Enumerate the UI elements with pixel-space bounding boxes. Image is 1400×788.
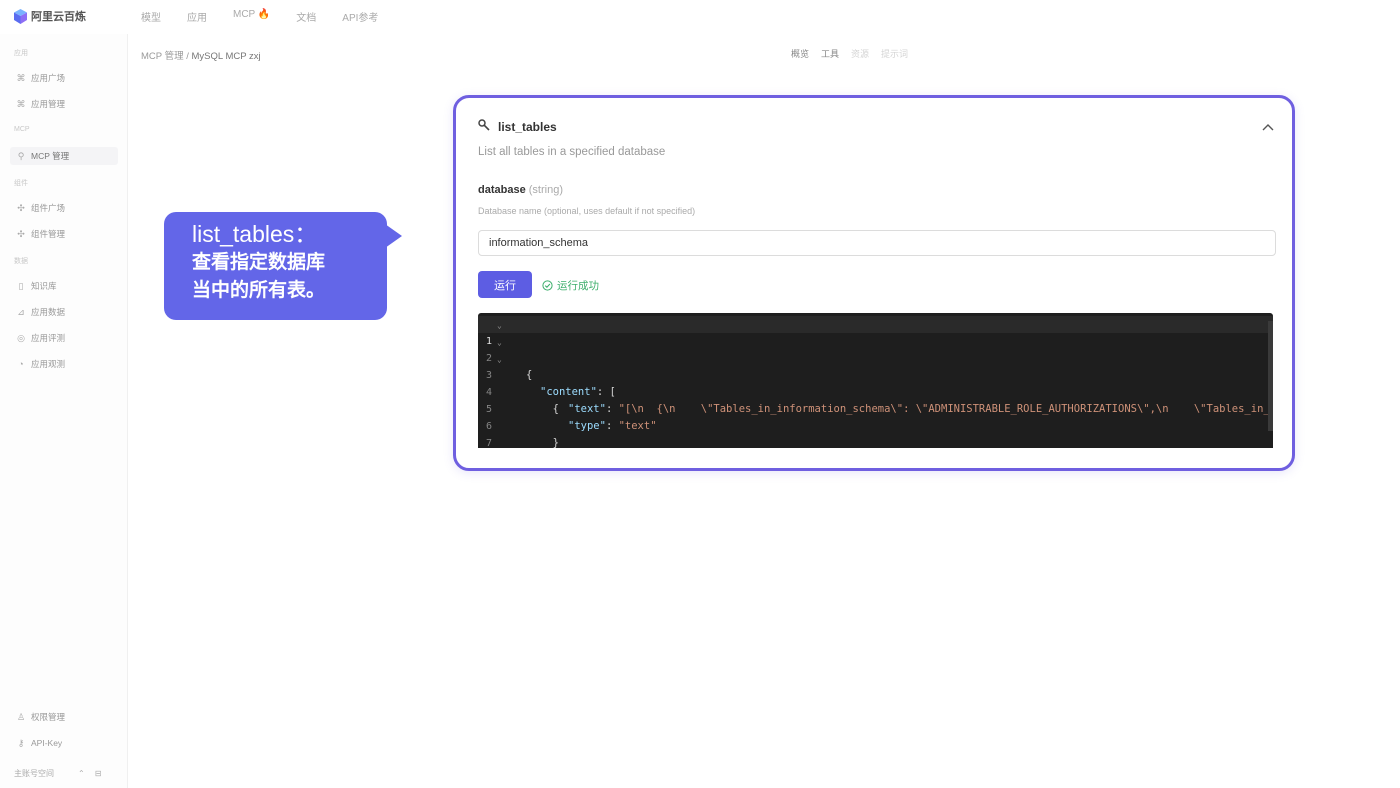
tool-name: list_tables xyxy=(498,120,557,134)
sidebar-item-label: MCP 管理 xyxy=(31,151,70,161)
workspace-switcher[interactable]: 主账号空间 ⌃ ⊟ xyxy=(14,768,101,779)
sidebar-item-app-evaluation[interactable]: ◎ 应用评测 xyxy=(10,329,118,347)
code-line: 8 } xyxy=(478,435,1273,448)
sidebar-section-mcp: MCP xyxy=(14,126,30,133)
sidebar-item-knowledge-base[interactable]: ▯ 知识库 xyxy=(10,277,118,295)
nav-api-reference[interactable]: API参考 xyxy=(342,9,378,24)
chevron-up-icon: ⌃ xyxy=(78,769,85,778)
breadcrumb: MCP 管理 / MySQL MCP zxj xyxy=(141,48,261,62)
tab-tools[interactable]: 工具 xyxy=(821,47,839,60)
run-status: 运行成功 xyxy=(542,278,599,293)
sidebar-item-component-management[interactable]: ✣ 组件管理 xyxy=(10,225,118,243)
wrench-icon xyxy=(478,118,490,136)
sidebar-item-app-observation[interactable]: ◔ 应用观测 xyxy=(10,355,118,373)
chart-icon: ⊿ xyxy=(17,306,25,317)
code-line: 4 "text": "[\n {\n \"Tables_in_informati… xyxy=(478,367,1273,415)
grid-icon: ⌘ xyxy=(16,98,26,109)
gauge-icon: ◎ xyxy=(17,332,25,343)
callout-line-1: list_tables： xyxy=(192,221,318,247)
sidebar-item-label: 应用广场 xyxy=(31,73,66,83)
sidebar-item-label: 应用评测 xyxy=(31,333,66,343)
callout-line-3: 当中的所有表。 xyxy=(192,280,326,301)
nav-mcp[interactable]: MCP 🔥 xyxy=(233,9,270,24)
result-code-editor[interactable]: 1 ⌄ { 2 ⌄ "content": [ 3 ⌄ { 4 "text": "… xyxy=(478,313,1273,448)
user-icon: ♙ xyxy=(16,711,26,722)
code-line: 2 ⌄ "content": [ xyxy=(478,333,1273,398)
callout-line-2: 查看指定数据库 xyxy=(192,252,326,273)
breadcrumb-current: MySQL MCP zxj xyxy=(191,51,261,62)
tool-header: list_tables xyxy=(478,118,557,136)
sidebar-item-label: API-Key xyxy=(31,738,63,748)
collapse-button[interactable] xyxy=(1262,118,1274,136)
fold-chevron-icon[interactable]: ⌄ xyxy=(497,317,502,334)
code-line: 3 ⌄ { xyxy=(478,350,1273,415)
code-line: 1 ⌄ { xyxy=(478,316,1273,381)
nav-apps[interactable]: 应用 xyxy=(187,9,207,24)
param-description: Database name (optional, uses default if… xyxy=(478,206,696,216)
pie-icon: ◔ xyxy=(18,359,24,369)
nav-docs[interactable]: 文档 xyxy=(296,9,316,24)
tool-card: list_tables List all tables in a specifi… xyxy=(453,95,1295,471)
tab-resources[interactable]: 资源 xyxy=(851,47,869,60)
app-logo[interactable]: 阿里云百炼 xyxy=(14,8,86,24)
chevron-up-icon xyxy=(1262,124,1274,131)
mcp-icon: ⚲ xyxy=(17,150,25,161)
sidebar-item-label: 组件广场 xyxy=(31,203,66,213)
app-title: 阿里云百炼 xyxy=(31,11,86,23)
sidebar: 应用 ⌘ 应用广场 ⌘ 应用管理 MCP ⚲ MCP 管理 组件 ✣ 组件广场 … xyxy=(0,34,128,788)
sidebar-item-api-key[interactable]: ⚷ API-Key xyxy=(10,734,118,752)
sidebar-item-label: 知识库 xyxy=(31,281,57,291)
run-button[interactable]: 运行 xyxy=(478,271,532,298)
tab-overview[interactable]: 概览 xyxy=(791,47,809,60)
sidebar-item-app-management[interactable]: ⌘ 应用管理 xyxy=(10,95,118,113)
top-nav: 模型 应用 MCP 🔥 文档 API参考 xyxy=(141,9,404,24)
check-circle-icon xyxy=(542,280,553,291)
param-label: database (string) xyxy=(478,184,563,196)
key-icon: ⚷ xyxy=(17,737,25,748)
page-tabs: 概览 工具 资源 提示词 xyxy=(791,47,908,60)
fold-chevron-icon[interactable]: ⌄ xyxy=(497,351,502,368)
param-name: database xyxy=(478,184,526,196)
breadcrumb-parent[interactable]: MCP 管理 xyxy=(141,51,184,62)
sidebar-section-apps: 应用 xyxy=(14,50,28,57)
logo-cube-icon xyxy=(14,8,27,24)
param-type: (string) xyxy=(528,184,563,196)
sidebar-section-components: 组件 xyxy=(14,180,28,187)
workspace-label: 主账号空间 xyxy=(14,769,54,778)
tab-prompts[interactable]: 提示词 xyxy=(881,47,908,60)
breadcrumb-separator: / xyxy=(186,51,189,62)
code-line: 5 "type": "text" xyxy=(478,384,1273,432)
grid-icon: ⌘ xyxy=(16,72,26,83)
sidebar-item-label: 应用管理 xyxy=(31,99,66,109)
sidebar-item-label: 应用数据 xyxy=(31,307,66,317)
collapse-sidebar-icon[interactable]: ⊟ xyxy=(95,769,102,778)
callout-pointer xyxy=(385,224,402,248)
sidebar-item-label: 应用观测 xyxy=(31,359,66,369)
annotation-callout: list_tables： 查看指定数据库 当中的所有表。 xyxy=(164,212,387,320)
database-input[interactable] xyxy=(478,230,1276,256)
sidebar-item-permissions[interactable]: ♙ 权限管理 xyxy=(10,708,118,726)
code-line: 7 ] xyxy=(478,418,1273,448)
sidebar-item-label: 权限管理 xyxy=(31,712,66,722)
puzzle-icon: ✣ xyxy=(17,228,25,239)
book-icon: ▯ xyxy=(18,280,24,291)
code-line: 6 } xyxy=(478,401,1273,448)
tool-description: List all tables in a specified database xyxy=(478,146,666,158)
sidebar-item-label: 组件管理 xyxy=(31,229,66,239)
top-bar: 阿里云百炼 模型 应用 MCP 🔥 文档 API参考 xyxy=(0,0,1400,34)
sidebar-section-data: 数据 xyxy=(14,258,28,265)
sidebar-item-component-square[interactable]: ✣ 组件广场 xyxy=(10,199,118,217)
sidebar-item-app-data[interactable]: ⊿ 应用数据 xyxy=(10,303,118,321)
code-scrollbar[interactable] xyxy=(1268,321,1273,431)
sidebar-item-mcp-management[interactable]: ⚲ MCP 管理 xyxy=(10,147,118,165)
run-status-text: 运行成功 xyxy=(557,280,599,292)
puzzle-icon: ✣ xyxy=(17,202,25,213)
fold-chevron-icon[interactable]: ⌄ xyxy=(497,334,502,351)
sidebar-item-app-square[interactable]: ⌘ 应用广场 xyxy=(10,69,118,87)
nav-models[interactable]: 模型 xyxy=(141,9,161,24)
